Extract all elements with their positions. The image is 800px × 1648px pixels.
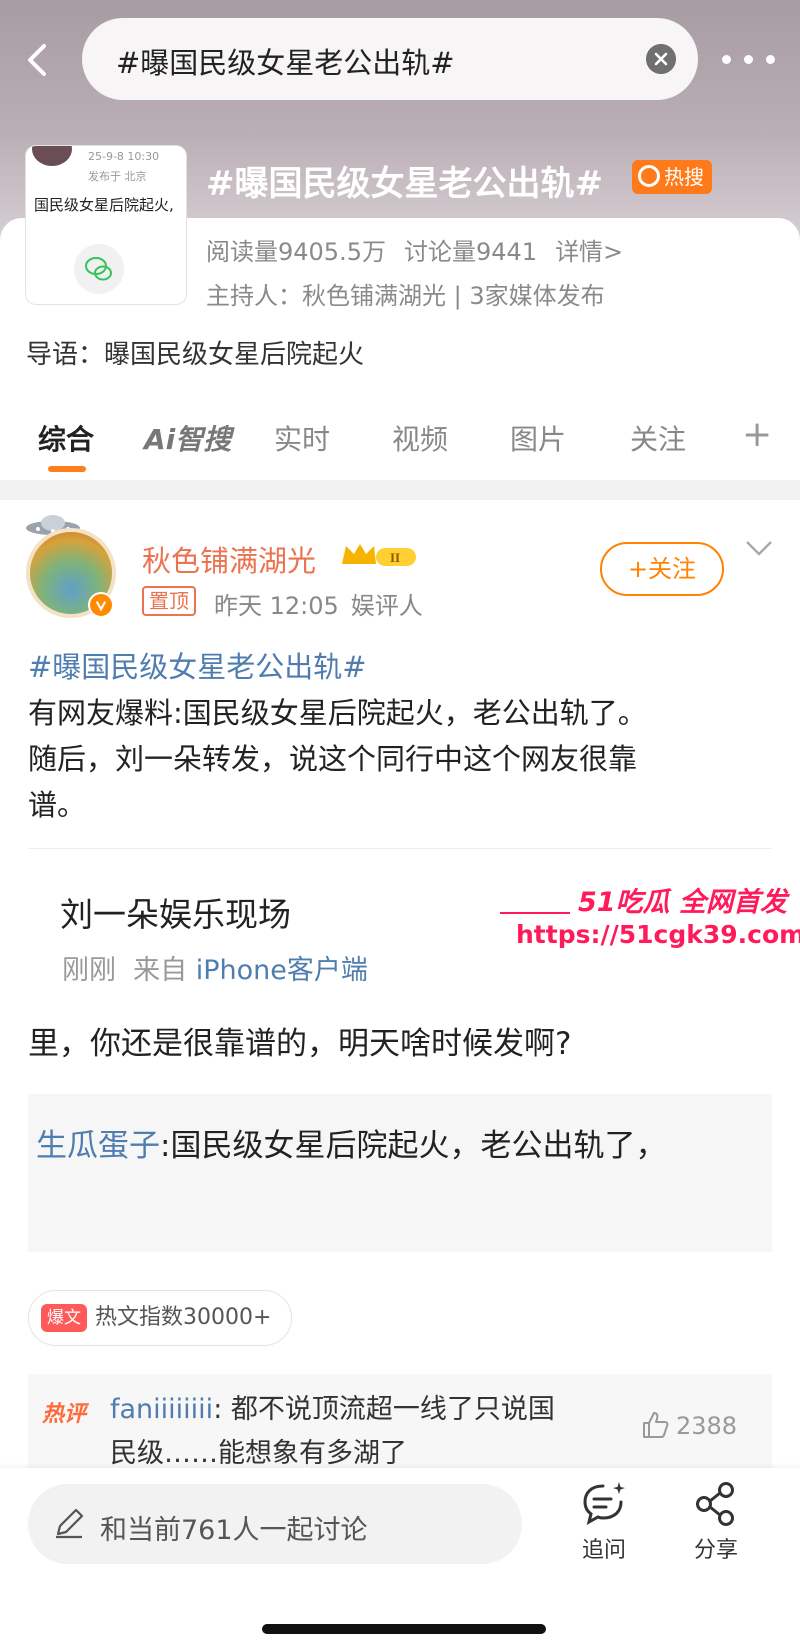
embedded-quote-nick: 生瓜蛋子 (36, 1128, 160, 1164)
post-text-line-3: 谱。 (28, 788, 87, 822)
like-button[interactable]: 2388 (640, 1410, 737, 1440)
post-time: 昨天 12:05 (214, 592, 339, 620)
tab-comprehensive[interactable]: 综合 (38, 418, 94, 458)
embedded-from: 来自 (133, 955, 188, 986)
share-button[interactable]: 分享 (676, 1480, 756, 1564)
thumbnail-location: 发布于 北京 (88, 170, 147, 183)
active-tab-indicator (48, 466, 86, 472)
screen: #曝国民级女星老公出轨# 25-9-8 10:30 发布于 北京 国民级女星后院… (0, 0, 800, 1648)
tab-ai-search[interactable]: Ai智搜 (144, 418, 231, 458)
watermark: 51吃瓜 全网首发 https://51cgk39.com (500, 880, 800, 960)
hot-article-index: 热文指数30000+ (95, 1305, 272, 1330)
bottom-bar: 和当前761人一起讨论 追问 分享 (0, 1468, 800, 1648)
section-gap (0, 480, 800, 500)
embedded-quote: 生瓜蛋子:国民级女星后院起火，老公出轨了， (28, 1094, 772, 1252)
tab-bar: 综合 Ai智搜 实时 视频 图片 关注 + (0, 400, 800, 476)
more-icon[interactable] (722, 52, 782, 66)
clear-icon[interactable] (646, 44, 676, 74)
topic-title: #曝国民级女星老公出轨# (206, 164, 603, 204)
topic-host[interactable]: 主持人：秋色铺满湖光 | 3家媒体发布 (206, 276, 605, 311)
post-text-line-1: 有网友爆料:国民级女星后院起火，老公出轨了。 (28, 696, 647, 730)
post-divider (28, 848, 772, 849)
follow-button[interactable]: +关注 (600, 542, 724, 596)
hot-icon (638, 165, 660, 187)
back-arrow-icon[interactable] (18, 40, 58, 80)
like-count: 2388 (676, 1412, 738, 1440)
details-link[interactable]: 详情> (555, 238, 623, 266)
hot-search-badge: 热搜 (632, 160, 712, 194)
hot-comment-label: 热评 (42, 1402, 87, 1427)
search-query: #曝国民级女星老公出轨# (116, 46, 455, 80)
thumbnail-avatar (32, 146, 72, 166)
home-indicator[interactable] (262, 1624, 546, 1634)
search-bar: #曝国民级女星老公出轨# (0, 14, 800, 104)
ask-button[interactable]: 追问 (564, 1480, 644, 1564)
tab-images[interactable]: 图片 (510, 418, 566, 458)
discuss-input[interactable]: 和当前761人一起讨论 (28, 1484, 522, 1564)
tab-video[interactable]: 视频 (392, 418, 448, 458)
tab-follow[interactable]: 关注 (630, 418, 686, 458)
hot-comment-user[interactable]: faniiiiiiii (110, 1394, 213, 1425)
hot-article-badge: 爆文 (41, 1304, 87, 1332)
share-icon (696, 1482, 734, 1526)
hot-comment-line-2: 民级……能想象有多湖了 (110, 1438, 407, 1469)
hot-badge-label: 热搜 (664, 165, 704, 189)
share-label: 分享 (693, 1538, 738, 1563)
watermark-line (500, 912, 570, 914)
hot-comment-line-1: : 都不说顶流超一线了只说国 (213, 1394, 555, 1425)
pencil-icon (56, 1508, 84, 1539)
embedded-quote-body: :国民级女星后院起火，老公出轨了， (160, 1128, 667, 1164)
post-hashtag[interactable]: #曝国民级女星老公出轨# (28, 644, 367, 686)
topic-lead: 导语：曝国民级女星后院起火 (26, 340, 365, 370)
embedded-reply: 里，你还是很靠谱的，明天啥时候发啊? (28, 1026, 572, 1062)
tab-realtime[interactable]: 实时 (274, 418, 330, 458)
verified-icon (88, 592, 114, 618)
embedded-author-name: 刘一朵娱乐现场 (60, 895, 291, 934)
read-count: 阅读量9405.5万 (206, 238, 386, 266)
watermark-brand: 51吃瓜 全网首发 (578, 887, 787, 918)
author-category: 娱评人 (350, 592, 423, 620)
watermark-url: https://51cgk39.com (516, 920, 800, 949)
discussion-count: 讨论量9441 (403, 238, 538, 266)
member-level: II (390, 550, 400, 565)
embedded-meta: 刚刚 来自 iPhone客户端 (62, 948, 368, 987)
topic-stats: 阅读量9405.5万 讨论量9441 详情> (206, 232, 641, 267)
ask-label: 追问 (581, 1538, 626, 1563)
wechat-icon (74, 244, 124, 294)
embedded-source: iPhone客户端 (195, 955, 368, 986)
embedded-quote-text: 生瓜蛋子:国民级女星后院起火，老公出轨了， (36, 1120, 666, 1165)
hot-article-pill[interactable]: 爆文 热文指数30000+ (28, 1290, 293, 1346)
topic-thumbnail[interactable]: 25-9-8 10:30 发布于 北京 国民级女星后院起火, (26, 146, 186, 304)
pinned-badge: 置顶 (142, 586, 196, 616)
member-crown-icon: II (342, 544, 416, 566)
thumbnail-text: 国民级女星后院起火, (34, 196, 174, 214)
discuss-placeholder: 和当前761人一起讨论 (100, 1515, 368, 1546)
search-input[interactable]: #曝国民级女星老公出轨# (82, 18, 698, 100)
post-text-line-2: 随后，刘一朵转发，说这个同行中这个网友很靠 (28, 742, 638, 776)
author-name[interactable]: 秋色铺满湖光 (142, 538, 316, 580)
embedded-time: 刚刚 (62, 955, 116, 986)
post-meta: 昨天 12:05 娱评人 (214, 586, 435, 621)
chevron-down-icon[interactable] (744, 538, 774, 558)
hot-comment[interactable]: 热评 faniiiiiiii: 都不说顶流超一线了只说国 民级……能想象有多湖了… (28, 1374, 772, 1474)
thumbs-up-icon (643, 1412, 669, 1438)
add-tab-button[interactable]: + (742, 414, 772, 455)
ask-icon (583, 1482, 625, 1525)
hot-comment-text: faniiiiiiii: 都不说顶流超一线了只说国 民级……能想象有多湖了 (110, 1388, 555, 1476)
thumbnail-date: 25-9-8 10:30 (88, 150, 160, 163)
